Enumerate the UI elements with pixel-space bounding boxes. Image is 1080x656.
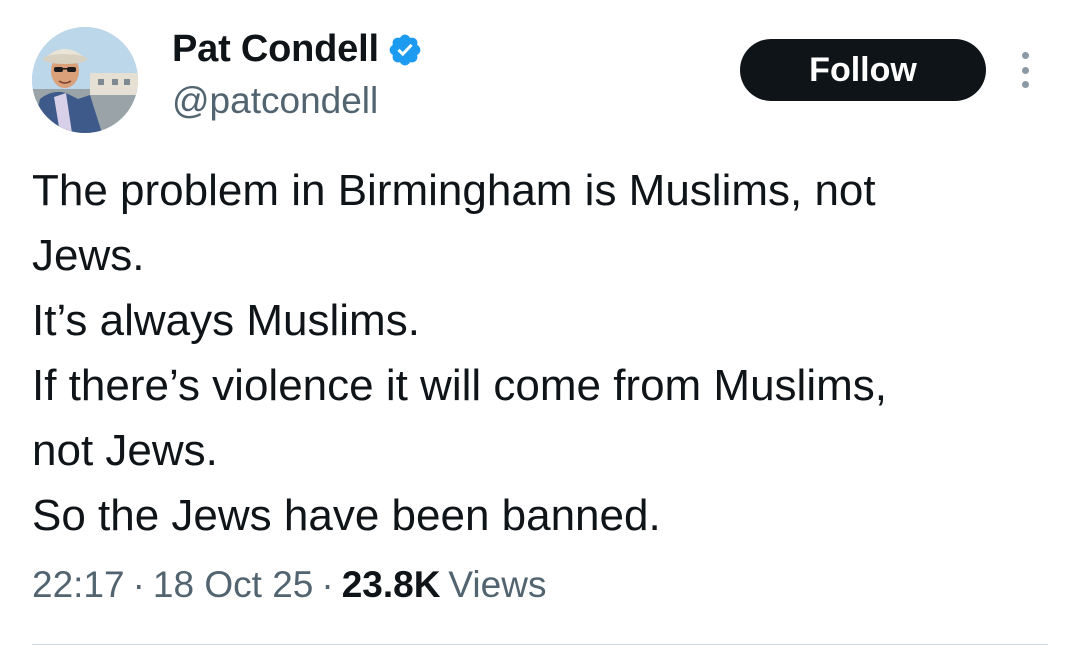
tweet-text-line: It’s always Muslims. (32, 296, 420, 345)
views-label[interactable]: Views (448, 564, 546, 606)
views-count[interactable]: 23.8K (342, 564, 441, 606)
tweet-text-line: The problem in Birmingham is Muslims, no… (32, 166, 876, 215)
tweet-text-line: If there’s violence it will come from Mu… (32, 361, 887, 410)
tweet-time[interactable]: 22:17 (32, 564, 125, 606)
more-vertical-icon[interactable] (1010, 48, 1040, 92)
author-name-row: Pat Condell (172, 28, 423, 71)
avatar[interactable] (32, 27, 138, 133)
author-handle[interactable]: @patcondell (172, 80, 378, 122)
dot (1021, 66, 1029, 74)
tweet-text-line: So the Jews have been banned. (32, 491, 661, 540)
avatar-photo (32, 27, 138, 133)
dot (1021, 81, 1029, 88)
meta-separator: · (132, 564, 145, 605)
tweet-text: The problem in Birmingham is Muslims, no… (32, 158, 1052, 548)
follow-button[interactable]: Follow (740, 39, 986, 101)
tweet-text-line: Jews. (32, 231, 145, 280)
divider (32, 644, 1048, 645)
tweet-date[interactable]: 18 Oct 25 (153, 564, 313, 606)
meta-separator: · (321, 564, 334, 605)
verified-badge-icon[interactable] (387, 32, 423, 68)
tweet-meta: 22:17 · 18 Oct 25 · 23.8K Views (32, 564, 546, 606)
author-display-name[interactable]: Pat Condell (172, 28, 379, 71)
dot (1021, 52, 1029, 59)
tweet-text-line: not Jews. (32, 426, 218, 475)
tweet-card: Pat Condell @patcondell Follow The probl… (0, 0, 1080, 656)
